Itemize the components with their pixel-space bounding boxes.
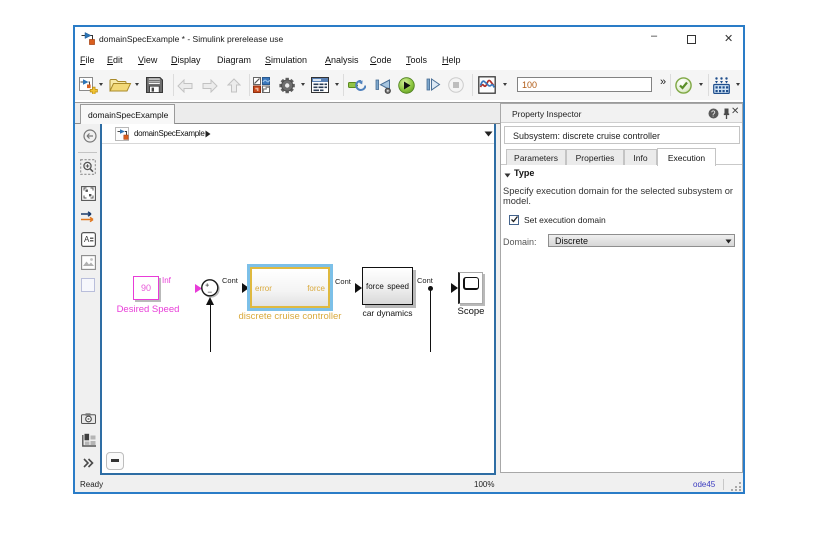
- svg-text:?: ?: [711, 109, 716, 118]
- svg-text:A: A: [84, 235, 90, 244]
